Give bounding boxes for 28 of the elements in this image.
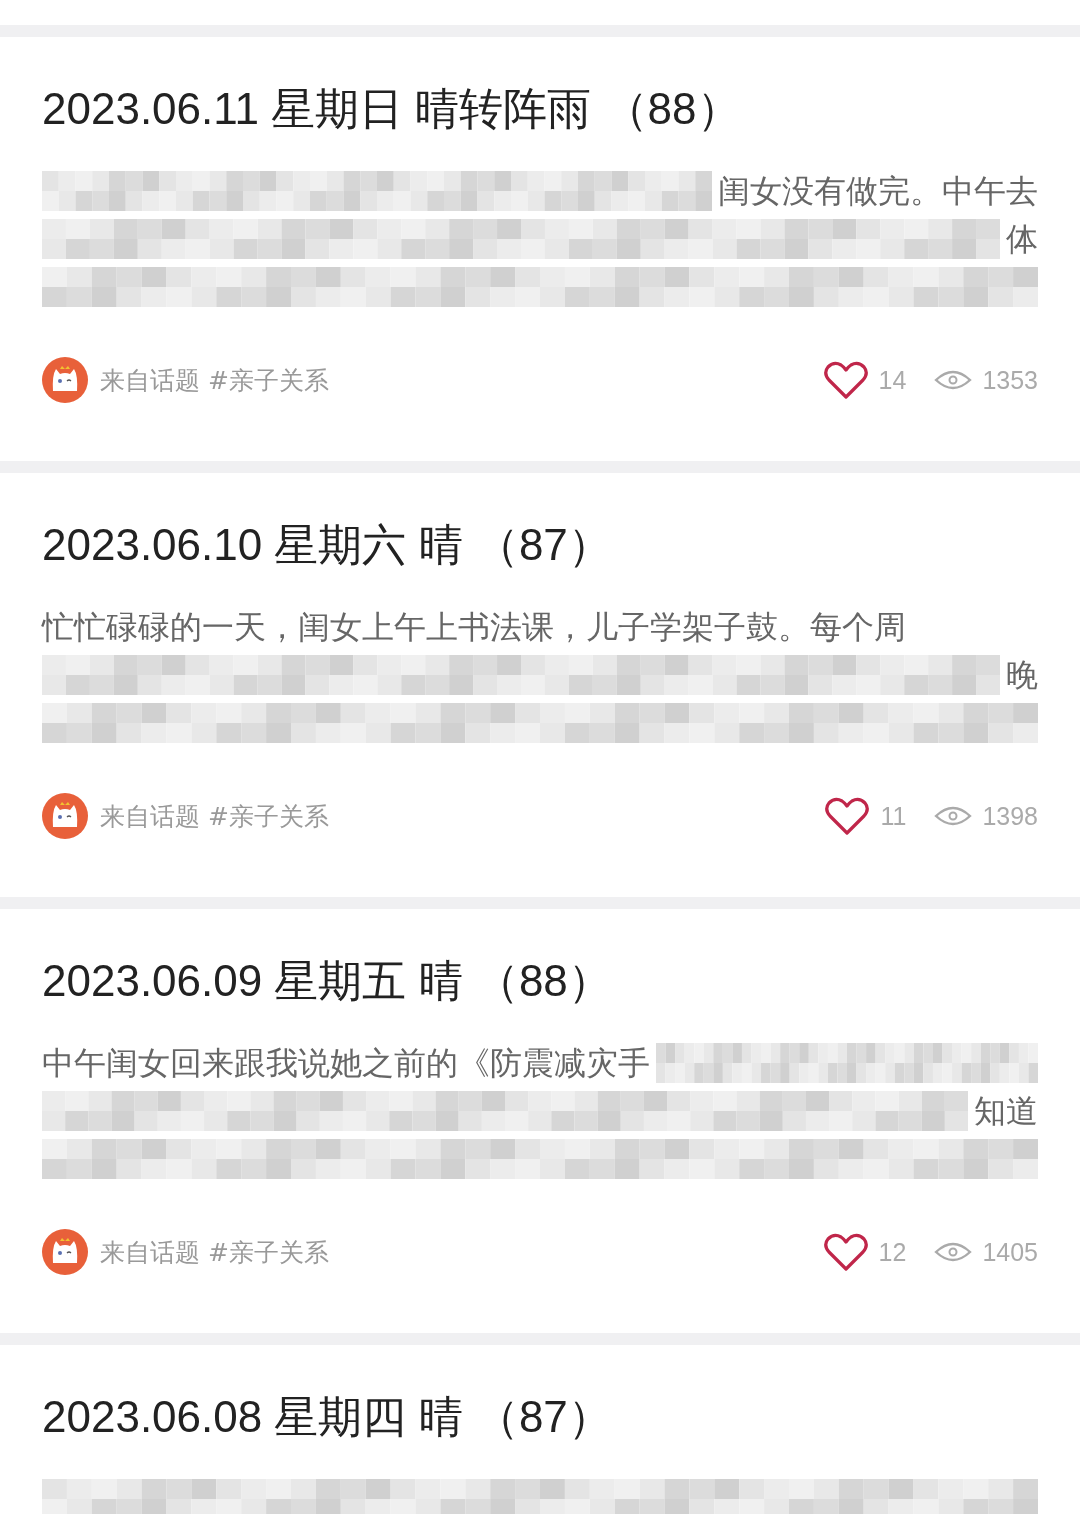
view-count: 1398 (982, 801, 1038, 831)
eye-icon (934, 1240, 973, 1264)
cat-avatar-icon (42, 1229, 88, 1275)
like-button[interactable] (824, 795, 871, 837)
post-excerpt: 知道 (974, 1091, 1038, 1132)
view-count: 1405 (982, 1237, 1038, 1267)
like-count: 14 (878, 365, 907, 395)
post-excerpt: 中午闺女回来跟我说她之前的《防震减灾手 (42, 1043, 650, 1084)
post-title: 2023.06.10 星期六 晴 （87） (42, 519, 612, 571)
eye-icon (934, 368, 973, 392)
post-excerpt: 闺女没有做完。中午去 (718, 171, 1038, 212)
heart-icon (822, 359, 869, 401)
like-count: 11 (880, 801, 907, 831)
view-count: 1353 (982, 365, 1038, 395)
eye-icon (934, 804, 973, 828)
post-title: 2023.06.08 星期四 晴 （87） (42, 1391, 612, 1443)
post-excerpt: 忙忙碌碌的一天，闺女上午上书法课，儿子学架子鼓。每个周 (42, 607, 906, 648)
cat-avatar-icon (42, 793, 88, 839)
post-excerpt: 晚 (1006, 655, 1038, 696)
cat-avatar-icon (42, 357, 88, 403)
post-excerpt: 体 (1006, 219, 1038, 260)
like-count: 12 (878, 1237, 907, 1267)
like-button[interactable] (822, 359, 869, 401)
heart-icon (824, 795, 871, 837)
post-title: 2023.06.09 星期五 晴 （88） (42, 955, 612, 1007)
post-title: 2023.06.11 星期日 晴转阵雨 （88） (42, 83, 741, 135)
like-button[interactable] (822, 1231, 869, 1273)
heart-icon (822, 1231, 869, 1273)
